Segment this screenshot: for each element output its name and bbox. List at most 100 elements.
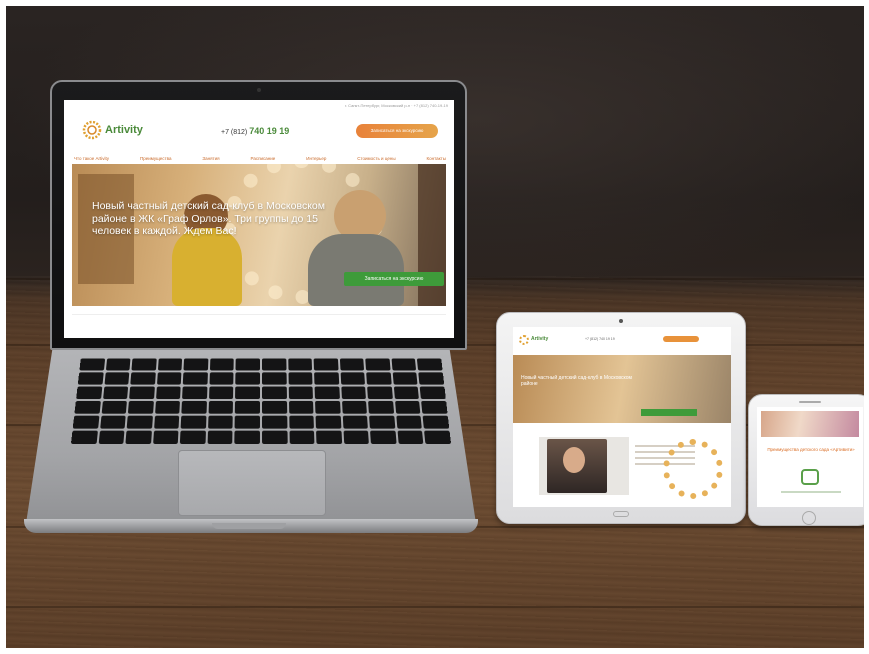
keyboard-key: [130, 372, 155, 384]
keyboard-key: [182, 387, 207, 400]
keyboard-key: [341, 387, 366, 400]
tablet-excursion-button[interactable]: [663, 336, 699, 342]
keyboard-key: [103, 387, 129, 400]
keyboard-key: [235, 416, 260, 429]
tablet-site-phone[interactable]: +7 (812) 740 19 19: [585, 337, 615, 341]
keyboard-key: [78, 372, 104, 384]
phone-device: Преимущества детского сада «Артивити»: [748, 394, 864, 526]
keyboard-key: [129, 387, 154, 400]
keyboard-key: [314, 358, 339, 370]
keyboard-key: [210, 358, 234, 370]
keyboard-key: [105, 358, 130, 370]
keyboard-key: [262, 372, 286, 384]
teacher-face: [563, 447, 585, 473]
keyboard-key: [156, 387, 181, 400]
excursion-button[interactable]: Записаться на экскурсию: [356, 124, 438, 138]
keyboard-key: [100, 416, 126, 429]
keyboard-key: [366, 372, 391, 384]
nav-item-interior[interactable]: Интерьер: [306, 156, 326, 161]
nav-item-classes[interactable]: Занятия: [202, 156, 219, 161]
keyboard-key: [236, 372, 260, 384]
keyboard-key: [132, 358, 157, 370]
keyboard-key: [366, 358, 391, 370]
tablet-device: Artivity +7 (812) 740 19 19 Новый частны…: [496, 312, 746, 524]
site-topbar: г. Санкт-Петербург, Московский р-н · +7 …: [345, 103, 448, 108]
keyboard-key: [370, 431, 396, 444]
phone-caption-line: [781, 491, 841, 493]
keyboard-key: [393, 372, 418, 384]
keyboard-key: [126, 431, 152, 444]
nav-item-advantages[interactable]: Преимущества: [140, 156, 171, 161]
tablet-hero-button[interactable]: [641, 409, 697, 416]
site-phone[interactable]: +7 (812) 740 19 19: [221, 126, 289, 136]
keyboard-key: [184, 358, 209, 370]
keyboard-key: [207, 431, 232, 444]
keyboard-key: [424, 431, 451, 444]
nav-item-schedule[interactable]: Расписание: [251, 156, 276, 161]
nav-item-prices[interactable]: Стоимость и цены: [357, 156, 395, 161]
keyboard-key: [394, 387, 420, 400]
keyboard-key: [316, 416, 341, 429]
keyboard-key: [181, 416, 206, 429]
hero-headline: Новый частный детский сад-клуб в Московс…: [92, 200, 342, 238]
keyboard-key: [158, 358, 183, 370]
artivity-logo-icon: [82, 120, 102, 140]
keyboard-key: [104, 372, 129, 384]
site-brand[interactable]: Artivity: [105, 124, 143, 136]
site-phone-number: 740 19 19: [249, 126, 289, 136]
keyboard-key: [262, 387, 287, 400]
keyboard-key: [289, 431, 314, 444]
home-button-icon[interactable]: [613, 511, 629, 517]
camera-icon: [619, 319, 623, 323]
keyboard-key: [127, 416, 153, 429]
keyboard-key: [262, 358, 286, 370]
keyboard-key: [157, 372, 182, 384]
keyboard-key: [391, 358, 416, 370]
nav-item-about[interactable]: Что такое Artivity: [74, 156, 109, 161]
laptop-screen: г. Санкт-Петербург, Московский р-н · +7 …: [64, 100, 454, 338]
keyboard-key: [236, 358, 260, 370]
divider: [72, 314, 446, 315]
keyboard-key: [98, 431, 124, 444]
keyboard-key: [154, 416, 180, 429]
keyboard-key: [315, 401, 340, 414]
phone-hero-photo: [761, 411, 859, 437]
phone-screen: Преимущества детского сада «Артивити»: [757, 407, 863, 507]
tablet-screen: Artivity +7 (812) 740 19 19 Новый частны…: [513, 327, 731, 507]
tablet-site-brand[interactable]: Artivity: [531, 336, 548, 342]
home-button-icon[interactable]: [802, 511, 816, 525]
keyboard-key: [423, 416, 449, 429]
keyboard-key: [262, 416, 287, 429]
speaker-icon: [799, 401, 821, 403]
keyboard-key: [209, 387, 234, 400]
keyboard-key: [76, 387, 102, 400]
keyboard-key: [235, 387, 260, 400]
keyboard-key: [395, 401, 421, 414]
keyboard-key: [419, 372, 445, 384]
laptop-notch: [212, 523, 286, 529]
hero-excursion-button[interactable]: Записаться на экскурсию: [344, 272, 444, 286]
keyboard-key: [262, 431, 287, 444]
keyboard-key: [209, 372, 234, 384]
keyboard-key: [208, 401, 233, 414]
keyboard-key: [71, 431, 98, 444]
keyboard-key: [342, 416, 368, 429]
keyboard-key: [235, 401, 260, 414]
laptop-trackpad: [178, 450, 326, 516]
nav-item-contacts[interactable]: Контакты: [427, 156, 446, 161]
hero-child: [172, 228, 242, 306]
phone-section-title: Преимущества детского сада «Артивити»: [765, 447, 857, 453]
table-plank-line: [6, 606, 864, 608]
keyboard-key: [288, 358, 312, 370]
keyboard-key: [73, 416, 99, 429]
keyboard-key: [417, 358, 442, 370]
site-nav: Что такое Artivity Преимущества Занятия …: [74, 156, 446, 161]
keyboard-key: [74, 401, 100, 414]
keyboard-key: [153, 431, 179, 444]
keyboard-key: [343, 431, 369, 444]
keyboard-key: [340, 372, 365, 384]
tablet-hero-banner: Новый частный детский сад-клуб в Московс…: [513, 355, 731, 423]
keyboard-key: [262, 401, 287, 414]
keyboard-key: [289, 401, 314, 414]
keyboard-key: [342, 401, 367, 414]
